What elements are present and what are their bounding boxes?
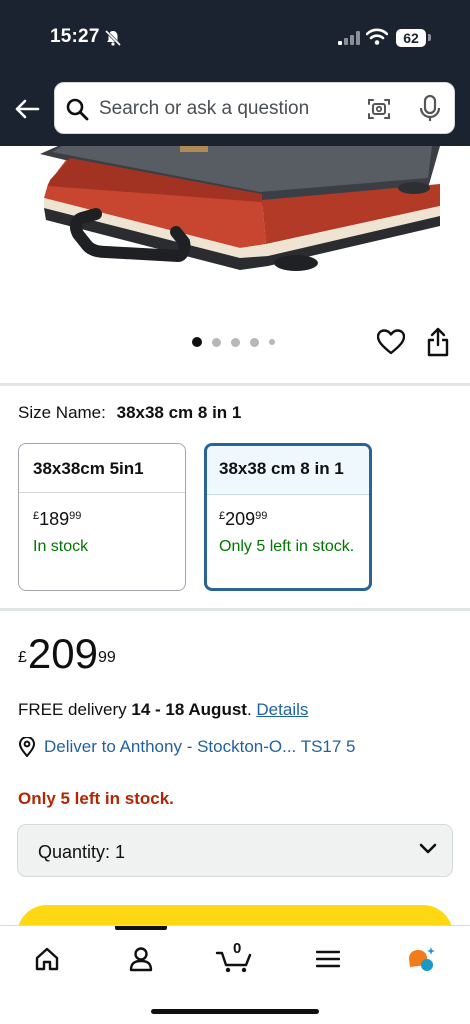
delivery-info: FREE delivery 14 - 18 August. Details (18, 700, 308, 720)
search-icon (66, 98, 89, 121)
deliver-to-link[interactable]: Deliver to Anthony - Stockton-O... TS17 … (18, 737, 356, 757)
gallery-dot[interactable] (231, 337, 240, 347)
delivery-suffix: . (246, 700, 257, 719)
size-option-stock: Only 5 left in stock. (219, 538, 355, 555)
gallery-dot[interactable] (212, 337, 221, 347)
currency-symbol: £ (219, 510, 226, 522)
gallery-dot[interactable] (269, 339, 275, 345)
size-option-price: £18999 (19, 493, 185, 530)
location-pin-icon (18, 737, 36, 757)
delivery-dates: 14 - 18 August (131, 700, 247, 719)
mic-icon[interactable] (419, 95, 441, 123)
tab-menu[interactable] (306, 942, 350, 976)
tab-assistant[interactable] (400, 942, 444, 976)
camera-scan-icon[interactable] (367, 97, 391, 121)
size-option-title: 38x38 cm 8 in 1 (207, 446, 369, 495)
signal-icon (338, 31, 360, 45)
size-option-8in1[interactable]: 38x38 cm 8 in 1 £20999 Only 5 left in st… (204, 443, 372, 591)
menu-icon (316, 950, 340, 968)
back-button[interactable] (10, 92, 44, 126)
gallery-dot[interactable] (250, 337, 259, 347)
section-divider (0, 383, 470, 386)
price-whole: 189 (39, 509, 70, 529)
status-time: 15:27 (50, 26, 100, 47)
account-icon (129, 947, 153, 972)
size-name-value: 38x38 cm 8 in 1 (116, 403, 242, 422)
size-name-row: Size Name: 38x38 cm 8 in 1 (18, 403, 241, 423)
price-whole: 209 (225, 509, 256, 529)
assistant-icon (409, 947, 435, 971)
tab-home[interactable] (25, 942, 69, 976)
tab-account[interactable] (119, 942, 163, 976)
price-fraction: 99 (255, 510, 268, 522)
price-fraction: 99 (69, 510, 82, 522)
size-option-stock: In stock (33, 538, 89, 555)
quantity-dropdown[interactable]: Quantity: 1 (17, 824, 453, 877)
price-whole: 209 (27, 630, 98, 677)
tab-cart[interactable]: 0 (212, 940, 256, 976)
size-option-title: 38x38cm 5in1 (19, 444, 185, 493)
quantity-label: Quantity: 1 (38, 842, 126, 862)
share-icon[interactable] (426, 327, 450, 357)
home-icon (35, 947, 59, 971)
battery-indicator: 62 (396, 29, 426, 47)
chevron-down-icon (419, 843, 437, 854)
bell-muted-icon (104, 29, 122, 47)
search-header (0, 76, 470, 146)
currency-symbol: £ (33, 510, 40, 522)
price-fraction: 99 (97, 649, 116, 666)
search-input[interactable] (99, 91, 349, 127)
status-bar: 15:27 62 (0, 0, 470, 76)
gallery-pagination (192, 337, 275, 347)
size-option-5in1[interactable]: 38x38cm 5in1 £18999 In stock (18, 443, 186, 591)
product-price: £20999 (18, 632, 116, 676)
size-name-label: Size Name: (18, 403, 106, 422)
home-indicator (151, 1009, 319, 1014)
delivery-details-link[interactable]: Details (256, 700, 308, 719)
search-box[interactable] (54, 82, 455, 134)
deliver-to-text: Deliver to Anthony - Stockton-O... TS17 … (44, 737, 356, 756)
size-option-price: £20999 (207, 495, 369, 530)
delivery-prefix: FREE delivery (18, 700, 132, 719)
wifi-icon (366, 28, 388, 45)
currency-symbol: £ (18, 649, 27, 666)
section-divider (0, 608, 470, 611)
arrow-left-icon (15, 99, 40, 119)
active-tab-indicator (115, 926, 167, 930)
stock-warning: Only 5 left in stock. (18, 789, 174, 808)
gallery-dot-active[interactable] (192, 337, 202, 347)
cart-count: 0 (233, 940, 242, 957)
heart-icon[interactable] (377, 329, 405, 355)
battery-cap (428, 34, 431, 41)
